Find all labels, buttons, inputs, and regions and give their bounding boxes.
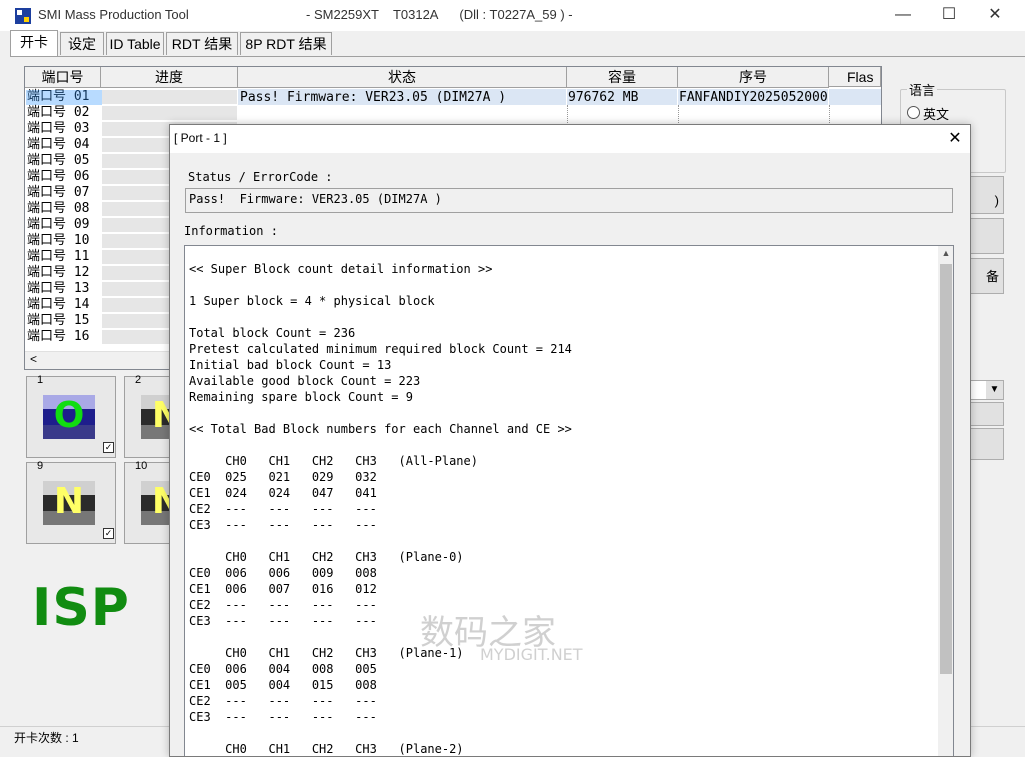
port-name: 端口号 14 (27, 297, 90, 312)
tab-id-table[interactable]: ID Table (106, 32, 164, 55)
port-row[interactable]: 端口号 02 (25, 105, 880, 121)
information-textbox[interactable]: << Super Block count detail information … (184, 245, 954, 756)
status-bar-text: 开卡次数 : 1 (14, 731, 79, 745)
port-tile[interactable]: 1 O ✓ (26, 374, 116, 458)
tab-8p-rdt-result[interactable]: 8P RDT 结果 (240, 32, 332, 55)
row1-capacity: 976762 MB (567, 89, 677, 105)
chip-info: - SM2259XT T0312A (Dll : T0227A_59 ) - (306, 7, 573, 22)
language-group-title: 语言 (907, 80, 938, 99)
progress-cell (102, 106, 237, 120)
radio-english[interactable] (907, 106, 920, 119)
column-header-serial[interactable]: 序号 (678, 67, 829, 88)
port-name: 端口号 10 (27, 233, 90, 248)
tile-checkbox[interactable]: ✓ (103, 442, 114, 453)
port-name: 端口号 02 (27, 105, 90, 120)
dialog-title: [ Port - 1 ] (174, 131, 227, 145)
tile-letter: N (53, 481, 85, 522)
radio-english-label: 英文 (923, 107, 950, 122)
scrollbar-thumb[interactable] (940, 264, 952, 674)
close-button[interactable]: ✕ (972, 0, 1018, 31)
port-name: 端口号 16 (27, 329, 90, 344)
row1-flash (829, 89, 881, 105)
information-label: Information : (184, 224, 278, 238)
app-icon (15, 8, 31, 24)
port-name: 端口号 15 (27, 313, 90, 328)
tab-rdt-result[interactable]: RDT 结果 (166, 32, 238, 55)
status-errorcode-label: Status / ErrorCode : (188, 170, 333, 184)
scroll-left-arrow[interactable]: < (30, 352, 37, 366)
port-name: 端口号 09 (27, 217, 90, 232)
row-selection (26, 90, 102, 105)
tab-settings[interactable]: 设定 (60, 32, 104, 55)
port-name: 端口号 11 (27, 249, 90, 264)
status-errorcode-value: Pass! Firmware: VER23.05 (DIM27A ) (189, 192, 442, 206)
row1-status: Pass! Firmware: VER23.05 (DIM27A ) (238, 89, 566, 105)
tile-number: 10 (135, 460, 148, 472)
chevron-down-icon[interactable]: ▼ (986, 381, 1003, 399)
dialog-close-icon[interactable]: ✕ (942, 127, 968, 151)
row1-serial: FANFANDIY20250520000 (678, 89, 828, 105)
tile-number: 9 (37, 460, 44, 472)
maximize-button[interactable]: ☐ (926, 0, 972, 31)
status-errorcode-field[interactable]: Pass! Firmware: VER23.05 (DIM27A ) (185, 188, 953, 213)
tile-checkbox[interactable]: ✓ (103, 528, 114, 539)
port-name: 端口号 06 (27, 169, 90, 184)
minimize-button[interactable]: — (880, 0, 926, 31)
isp-label: ISP (32, 578, 130, 638)
port-name: 端口号 07 (27, 185, 90, 200)
column-header-flash[interactable]: Flas (829, 67, 881, 87)
progress-cell (102, 90, 237, 104)
tile-number: 1 (37, 374, 44, 386)
port-name: 端口号 04 (27, 137, 90, 152)
tab-open-card[interactable]: 开卡 (10, 30, 58, 56)
tile-number: 2 (135, 374, 142, 386)
column-header-progress[interactable]: 进度 (101, 67, 238, 88)
dialog-title-bar (170, 125, 970, 153)
tile-letter: O (53, 395, 85, 436)
tile-status-icon: N (43, 481, 95, 525)
port-name: 端口号 08 (27, 201, 90, 216)
scroll-up-icon[interactable]: ▲ (938, 248, 953, 262)
watermark-subtext: MYDIGIT.NET (480, 645, 583, 664)
column-header-port[interactable]: 端口号 (25, 67, 101, 88)
port-tile[interactable]: 9 N ✓ (26, 460, 116, 544)
port-name: 端口号 13 (27, 281, 90, 296)
tile-status-icon: O (43, 395, 95, 439)
information-text: << Super Block count detail information … (189, 262, 572, 756)
port-name: 端口号 12 (27, 265, 90, 280)
port-name: 端口号 03 (27, 121, 90, 136)
column-header-status[interactable]: 状态 (238, 67, 567, 88)
column-header-capacity[interactable]: 容量 (567, 67, 678, 88)
port-name: 端口号 05 (27, 153, 90, 168)
window-title: SMI Mass Production Tool (38, 7, 189, 22)
